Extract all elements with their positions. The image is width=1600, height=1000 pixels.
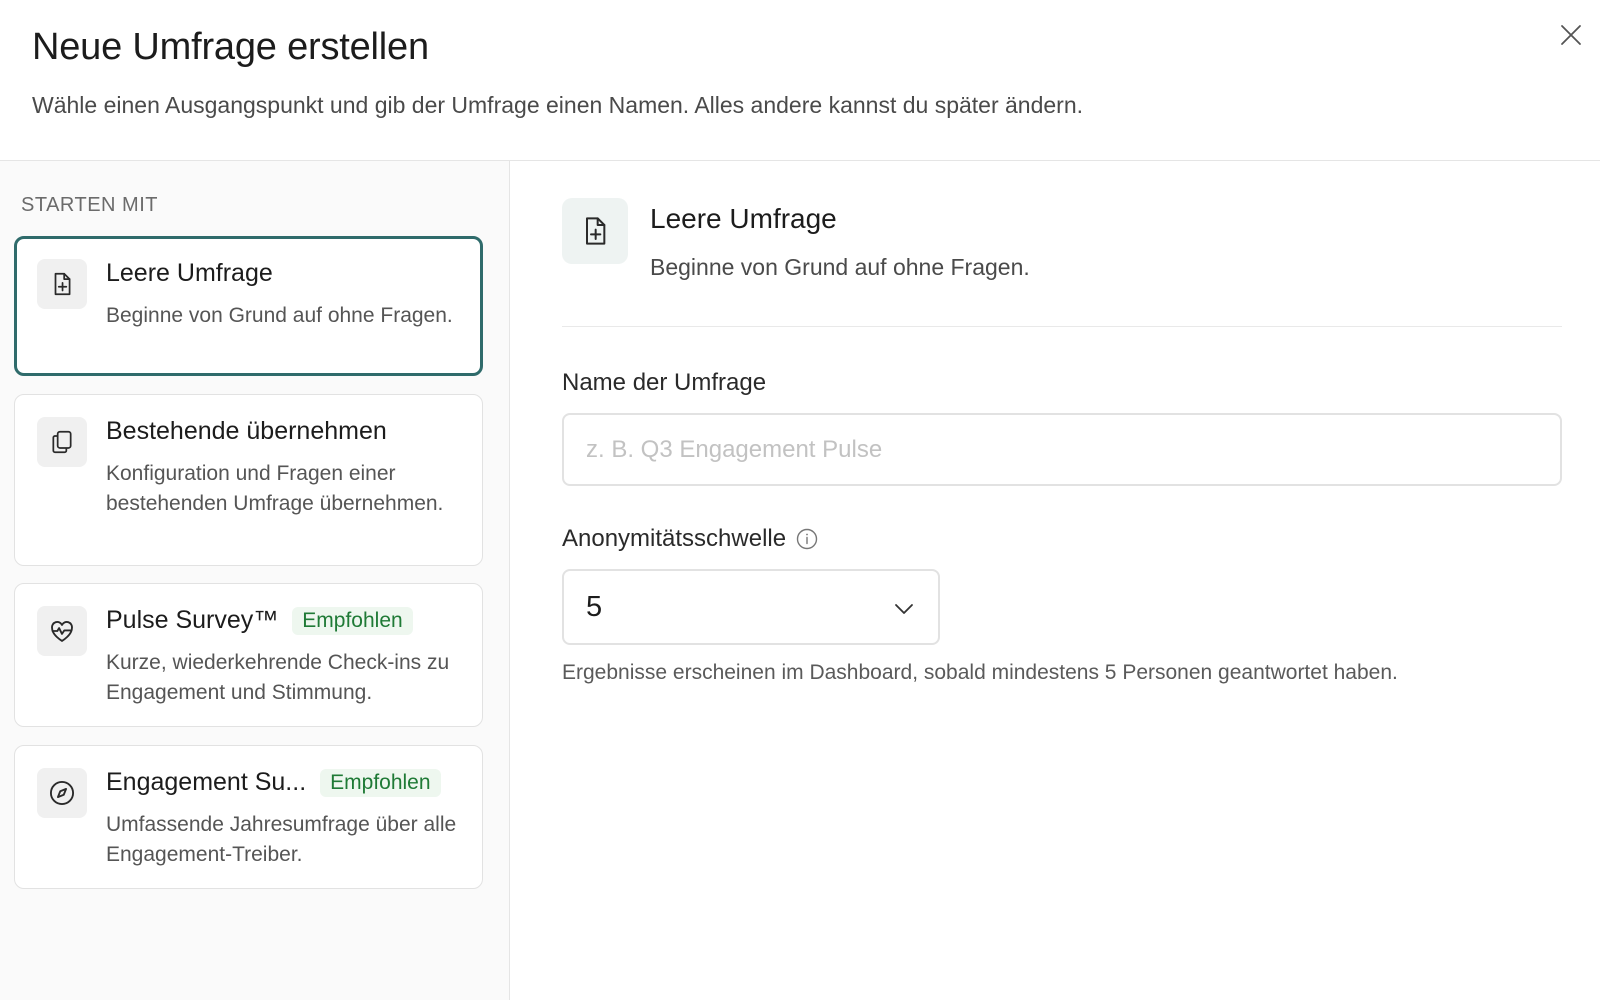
info-icon[interactable]	[796, 528, 818, 550]
option-engagement-survey[interactable]: Engagement Su... Empfohlen Umfassende Ja…	[14, 745, 483, 889]
threshold-helper-text: Ergebnisse erscheinen im Dashboard, soba…	[562, 661, 1398, 684]
option-description: Beginne von Grund auf ohne Fragen.	[106, 304, 453, 327]
option-title: Engagement Su...	[106, 768, 307, 796]
dialog-header: Neue Umfrage erstellen Wähle einen Ausga…	[0, 0, 1600, 161]
file-plus-icon	[562, 198, 628, 264]
option-description: Kurze, wiederkehrende Check-ins zu Engag…	[106, 651, 450, 704]
option-description: Konfiguration und Fragen einer bestehend…	[106, 462, 444, 515]
close-icon	[1561, 25, 1581, 45]
option-pulse-survey[interactable]: Pulse Survey™ Empfohlen Kurze, wiederkeh…	[14, 583, 483, 727]
option-description: Umfassende Jahresumfrage über alle Engag…	[106, 813, 457, 866]
survey-name-label: Name der Umfrage	[562, 369, 767, 396]
option-title: Pulse Survey™	[106, 606, 279, 634]
copy-icon	[37, 417, 87, 467]
option-title: Leere Umfrage	[106, 259, 273, 287]
anonymity-threshold-label: Anonymitätsschwelle	[562, 525, 787, 552]
recommended-badge: Empfohlen	[320, 768, 441, 797]
start-options-sidebar: STARTEN MIT Leere Umfrage Beginne von Gr…	[0, 161, 510, 1000]
selected-template-title: Leere Umfrage	[650, 203, 837, 234]
file-plus-icon	[37, 259, 87, 309]
dialog-subtitle: Wähle einen Ausgangspunkt und gib der Um…	[32, 92, 1084, 118]
dialog-title: Neue Umfrage erstellen	[32, 26, 429, 68]
option-title: Bestehende übernehmen	[106, 417, 387, 445]
anonymity-threshold-select[interactable]: 5	[562, 569, 940, 645]
compass-icon	[37, 768, 87, 818]
close-button[interactable]	[1556, 20, 1586, 50]
survey-details-panel: Leere Umfrage Beginne von Grund auf ohne…	[511, 161, 1600, 1000]
chevron-down-icon	[895, 604, 913, 614]
divider	[562, 326, 1562, 327]
survey-name-input[interactable]	[562, 413, 1562, 486]
heart-pulse-icon	[37, 606, 87, 656]
threshold-label-row: Anonymitätsschwelle	[562, 525, 818, 553]
section-label: STARTEN MIT	[21, 194, 158, 216]
option-blank-survey[interactable]: Leere Umfrage Beginne von Grund auf ohne…	[14, 236, 483, 376]
selected-template-description: Beginne von Grund auf ohne Fragen.	[650, 254, 1030, 280]
recommended-badge: Empfohlen	[292, 606, 413, 635]
option-copy-existing[interactable]: Bestehende übernehmen Konfiguration und …	[14, 394, 483, 566]
threshold-value: 5	[586, 591, 603, 623]
